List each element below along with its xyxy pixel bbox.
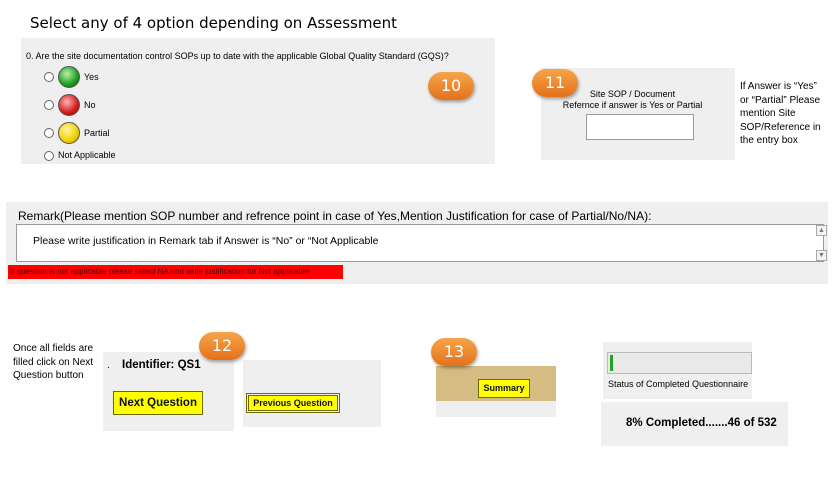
completion-panel: 8% Completed.......46 of 532 [601,402,788,446]
next-note-line: Question button [13,370,84,381]
red-light-icon [58,94,80,116]
option-not-applicable-label: Not Applicable [58,150,116,160]
question-panel: 0. Are the site documentation control SO… [21,38,495,164]
completion-text: 8% Completed.......46 of 532 [626,417,777,429]
green-light-icon [58,66,80,88]
callout-badge-13: 13 [431,338,477,366]
previous-panel: Previous Question [243,360,381,427]
identifier-panel: . Identifier: QS1 Next Question [103,352,234,431]
summary-button[interactable]: Summary [478,379,530,398]
identifier-dot: . [107,360,110,371]
next-instruction-note: Once all fields are filled click on Next… [13,342,93,383]
page-heading: Select any of 4 option depending on Asse… [30,14,398,32]
option-no-label: No [84,100,96,110]
sop-note-line: If Answer is “Yes” [740,81,817,92]
option-partial-label: Partial [84,128,110,138]
next-question-button[interactable]: Next Question [113,391,203,415]
status-label: Status of Completed Questionnaire [608,379,749,389]
next-note-line: Once all fields are [13,343,94,354]
remark-panel: Remark(Please mention SOP number and ref… [6,202,828,284]
radio-no[interactable] [44,100,54,110]
sop-reference-input[interactable] [586,114,694,140]
summary-panel: Summary [436,366,556,417]
scroll-down-icon[interactable]: ▼ [816,250,827,261]
scroll-up-icon[interactable]: ▲ [816,225,827,236]
question-identifier: Identifier: QS1 [122,359,201,371]
progress-track [607,352,752,374]
remark-text: Please write justification in Remark tab… [33,235,379,247]
question-text: 0. Are the site documentation control SO… [26,51,449,61]
sop-note-line: SOP/Reference in [740,121,821,133]
callout-badge-10: 10 [428,72,474,100]
radio-yes[interactable] [44,72,54,82]
not-applicable-warning: If question is not applicable please sel… [8,265,343,279]
status-panel: Status of Completed Questionnaire [603,342,752,399]
previous-question-button[interactable]: Previous Question [246,393,340,413]
callout-badge-11: 11 [532,69,578,97]
progress-fill [610,355,613,371]
radio-partial[interactable] [44,128,54,138]
radio-not-applicable[interactable] [44,151,54,161]
sop-instruction-note: If Answer is “Yes” or “Partial” Please m… [740,80,821,148]
remark-textarea[interactable]: Please write justification in Remark tab… [16,224,824,262]
sop-note-line: mention Site [740,108,796,119]
next-note-line: filled click on Next [13,356,94,368]
option-yes-label: Yes [84,72,99,82]
remark-label: Remark(Please mention SOP number and ref… [18,209,652,223]
sop-note-line: or “Partial” Please [740,94,821,106]
sop-label-line2: Refernce if answer is Yes or Partial [562,100,703,110]
yellow-light-icon [58,122,80,144]
callout-badge-12: 12 [199,332,245,360]
sop-note-line: the entry box [740,135,798,146]
